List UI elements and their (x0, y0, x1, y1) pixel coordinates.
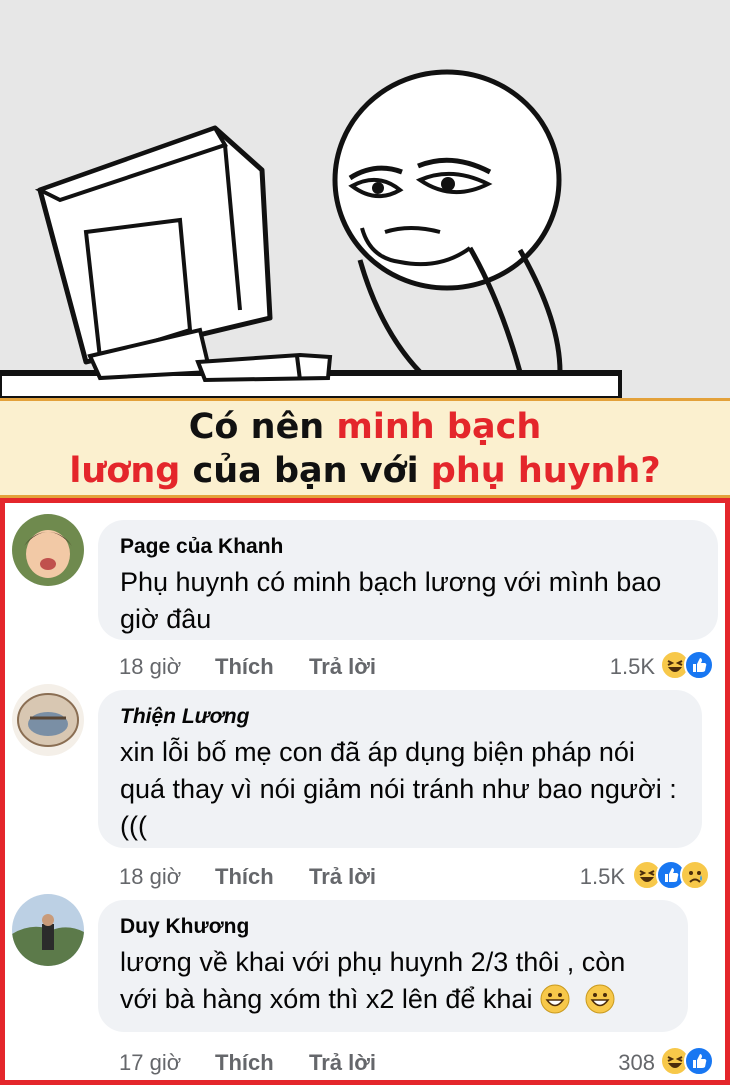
commenter-name[interactable]: Page của Khanh (120, 534, 698, 560)
title-line-1: Có nên minh bạch (0, 405, 730, 449)
reactions-summary[interactable] (632, 860, 722, 892)
comment-bubble: Page của Khanh Phụ huynh có minh bạch lư… (98, 520, 718, 640)
comment-text: Phụ huynh có minh bạch lương với mình ba… (120, 567, 662, 634)
like-button[interactable]: Thích (215, 1048, 274, 1078)
comment-time[interactable]: 18 giờ (119, 862, 181, 892)
title-line-2: lương của bạn với phụ huynh? (0, 449, 730, 493)
comment-time[interactable]: 18 giờ (119, 652, 181, 682)
comic-illustration (0, 0, 730, 398)
computer-guy-meme-image (0, 0, 730, 398)
commenter-name[interactable]: Duy Khương (120, 914, 668, 940)
reactions-summary[interactable] (660, 1046, 722, 1078)
like-icon (684, 1046, 714, 1076)
reaction-count[interactable]: 308 (565, 1048, 655, 1078)
comment-text: xin lỗi bố mẹ con đã áp dụng biện pháp n… (120, 737, 677, 841)
comment-text: lương về khai với phụ huynh 2/3 thôi , c… (120, 944, 668, 1018)
grinning-emoji-icon (585, 984, 615, 1014)
like-button[interactable]: Thích (215, 862, 274, 892)
comment-meta: 18 giờ Thích Trả lời (119, 652, 439, 682)
title-highlight: minh bạch (336, 407, 542, 447)
avatar[interactable] (12, 514, 84, 586)
title-text: của bạn với (180, 451, 431, 491)
like-icon (684, 650, 714, 680)
like-button[interactable]: Thích (215, 652, 274, 682)
comments-panel: Page của Khanh Phụ huynh có minh bạch lư… (0, 498, 730, 1085)
reply-button[interactable]: Trả lời (309, 862, 376, 892)
reply-button[interactable]: Trả lời (309, 1048, 376, 1078)
reply-button[interactable]: Trả lời (309, 652, 376, 682)
reaction-count[interactable]: 1.5K (535, 862, 625, 892)
sad-icon (680, 860, 710, 890)
title-highlight: phụ huynh? (430, 451, 661, 491)
comment-bubble: Duy Khương lương về khai với phụ huynh 2… (98, 900, 688, 1032)
title-highlight: lương (69, 451, 181, 491)
comment-time[interactable]: 17 giờ (119, 1048, 181, 1078)
avatar[interactable] (12, 894, 84, 966)
grinning-emoji-icon (540, 984, 570, 1014)
title-text: Có nên (188, 407, 337, 447)
reaction-count[interactable]: 1.5K (565, 652, 655, 682)
title-banner: Có nên minh bạch lương của bạn với phụ h… (0, 398, 730, 498)
reactions-summary[interactable] (660, 650, 722, 682)
comment-meta: 18 giờ Thích Trả lời (119, 862, 439, 892)
commenter-name[interactable]: Thiện Lương (120, 704, 682, 730)
comment-meta: 17 giờ Thích Trả lời (119, 1048, 439, 1078)
avatar[interactable] (12, 684, 84, 756)
comment-bubble: Thiện Lương xin lỗi bố mẹ con đã áp dụng… (98, 690, 702, 848)
